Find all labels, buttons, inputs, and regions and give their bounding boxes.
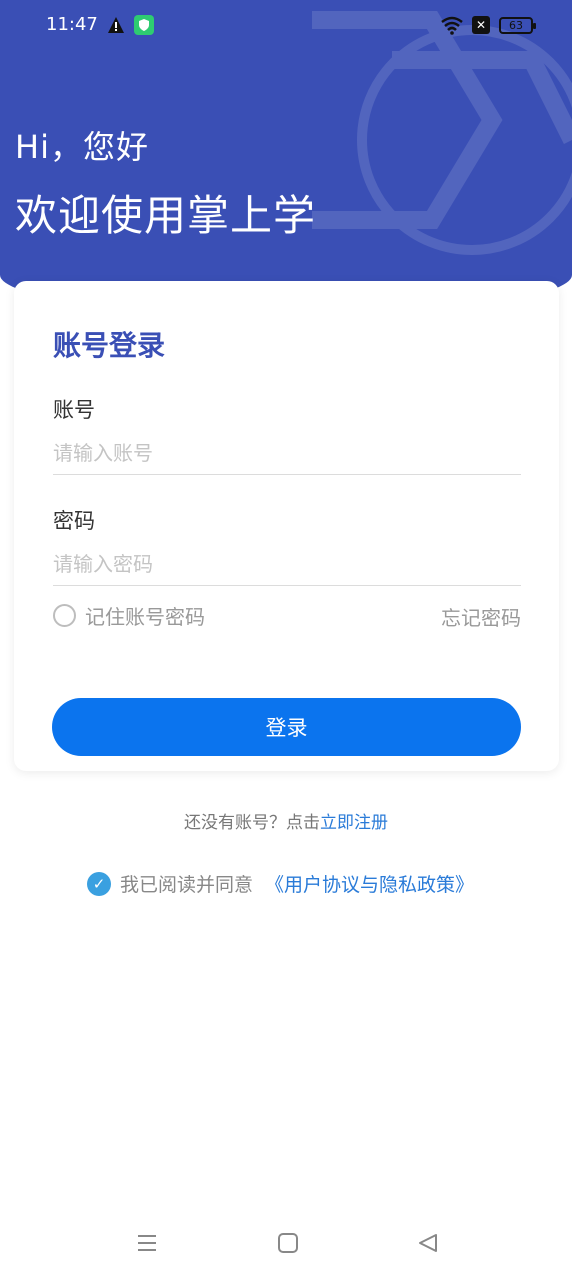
agreement-row: ✓ 我已阅读并同意 《用户协议与隐私政策》: [87, 870, 474, 897]
wifi-icon: [441, 16, 463, 35]
greeting-text: Hi，您好: [15, 128, 149, 166]
agreement-link[interactable]: 《用户协议与隐私政策》: [265, 870, 474, 897]
remember-password-toggle[interactable]: 记住账号密码: [53, 601, 205, 630]
register-prompt: 还没有账号？点击立即注册: [0, 808, 572, 833]
register-link[interactable]: 立即注册: [320, 813, 388, 833]
warning-icon: [108, 17, 124, 33]
register-prefix: 还没有账号？点击: [184, 813, 320, 833]
welcome-title: 欢迎使用掌上学: [15, 191, 317, 240]
checkbox-checked-icon[interactable]: ✓: [87, 871, 111, 896]
system-nav-bar: [0, 1220, 572, 1270]
no-sim-icon: ✕: [472, 16, 490, 34]
password-input[interactable]: [53, 542, 521, 586]
back-icon[interactable]: [417, 1232, 439, 1254]
account-label: 账号: [53, 398, 95, 422]
remember-password-label: 记住账号密码: [85, 605, 205, 629]
header-banner: 11:47 ✕ 63 Hi，您好 欢迎使用掌上学: [0, 0, 572, 315]
forgot-password-link[interactable]: 忘记密码: [441, 602, 521, 631]
password-label: 密码: [53, 509, 95, 533]
agreement-text: 我已阅读并同意: [120, 874, 254, 896]
status-bar: 11:47 ✕ 63: [0, 0, 572, 52]
radio-icon[interactable]: [53, 604, 76, 627]
account-input[interactable]: [53, 431, 521, 475]
home-icon[interactable]: [277, 1232, 299, 1254]
login-card: 账号登录 账号 密码 记住账号密码 忘记密码 登录: [14, 281, 559, 771]
login-button[interactable]: 登录: [52, 698, 521, 756]
login-title: 账号登录: [53, 329, 166, 362]
menu-icon[interactable]: [136, 1232, 158, 1254]
status-time: 11:47: [46, 14, 98, 35]
battery-icon: 63: [499, 17, 536, 34]
shield-icon: [134, 15, 154, 35]
